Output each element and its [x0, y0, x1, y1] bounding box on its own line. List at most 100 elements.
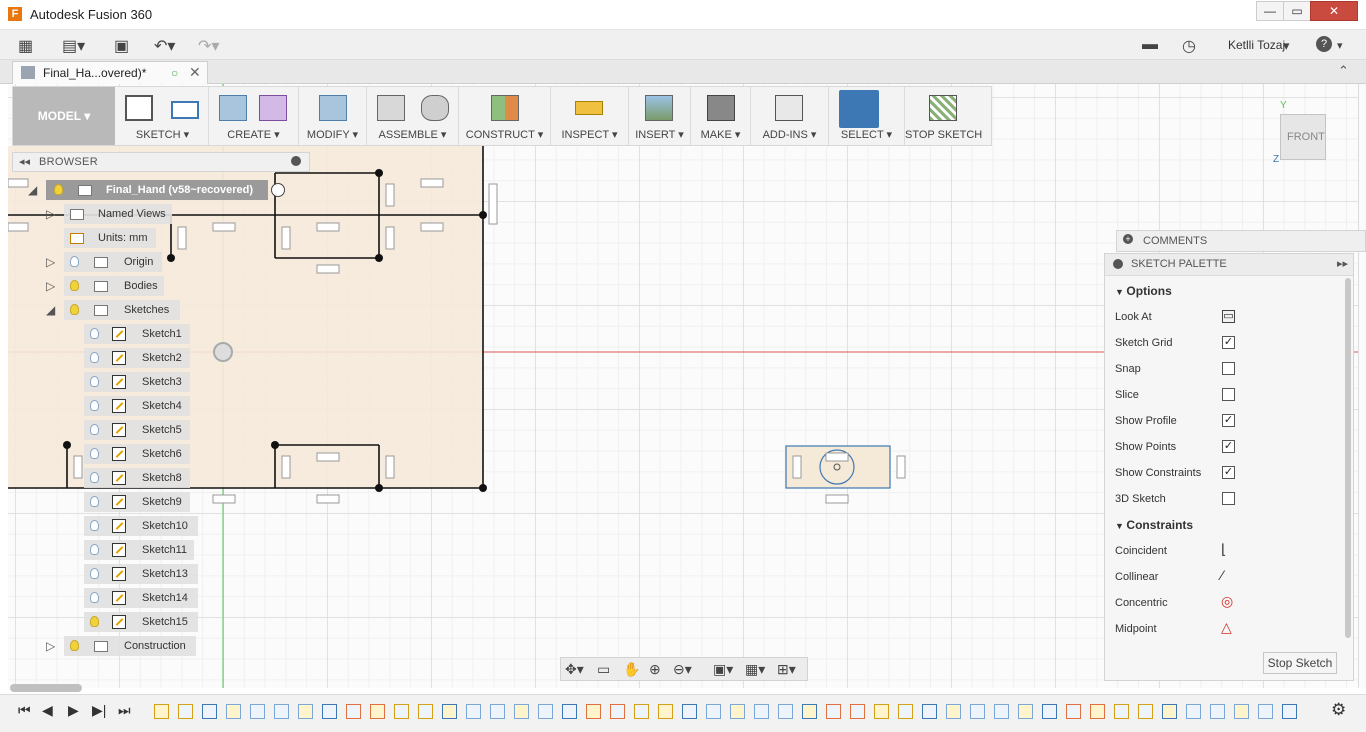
look-at-nav-icon[interactable]: ▭ — [597, 661, 610, 678]
collapse-root-icon[interactable]: ◢ — [28, 183, 37, 197]
timeline-feature-icon[interactable] — [442, 704, 457, 719]
timeline-feature-icon[interactable] — [274, 704, 289, 719]
timeline-feature-icon[interactable] — [610, 704, 625, 719]
visibility-bulb-icon[interactable] — [90, 568, 99, 579]
sketch-item[interactable]: Sketch10 — [84, 516, 198, 536]
construct-group[interactable]: CONSTRUCT ▾ — [459, 87, 551, 145]
timeline-feature-icon[interactable] — [1258, 704, 1273, 719]
timeline-feature-icon[interactable] — [1090, 704, 1105, 719]
sketch-item[interactable]: Sketch6 — [84, 444, 190, 464]
redo-icon[interactable]: ↷▾ — [198, 36, 219, 56]
timeline-feature-icon[interactable] — [658, 704, 673, 719]
timeline-feature-icon[interactable] — [754, 704, 769, 719]
collapse-palette-icon[interactable] — [1113, 259, 1123, 269]
data-panel-grid-icon[interactable]: ▦ — [18, 36, 33, 56]
expand-origin-icon[interactable]: ▷ — [46, 255, 55, 269]
timeline-feature-icon[interactable] — [1282, 704, 1297, 719]
timeline-feature-icon[interactable] — [1234, 704, 1249, 719]
timeline-feature-icon[interactable] — [178, 704, 193, 719]
coincident-icon[interactable]: ⌊ — [1221, 541, 1226, 558]
timeline-feature-icon[interactable] — [466, 704, 481, 719]
timeline-feature-icon[interactable] — [490, 704, 505, 719]
grid-settings-icon[interactable]: ▦▾ — [745, 661, 765, 678]
timeline-feature-icon[interactable] — [1186, 704, 1201, 719]
collapse-ribbon-icon[interactable]: ⌃ — [1338, 63, 1349, 79]
sketch-group[interactable]: SKETCH ▾ — [117, 87, 209, 145]
timeline-feature-icon[interactable] — [1138, 704, 1153, 719]
sketch-item[interactable]: Sketch11 — [84, 540, 194, 560]
sketch-item[interactable]: Sketch3 — [84, 372, 190, 392]
browser-minimize-icon[interactable] — [291, 156, 301, 166]
go-to-end-icon[interactable]: ⏭ — [118, 702, 131, 719]
timeline-feature-icon[interactable] — [586, 704, 601, 719]
visibility-bulb-icon[interactable] — [90, 400, 99, 411]
visibility-bulb-icon[interactable] — [90, 352, 99, 363]
visibility-bulb-icon[interactable] — [90, 328, 99, 339]
stop-sketch-group[interactable]: STOP SKETCH — [905, 87, 982, 145]
comments-panel-header[interactable]: + COMMENTS — [1116, 230, 1366, 252]
visibility-bulb-icon[interactable] — [90, 520, 99, 531]
visibility-bulb-icon[interactable] — [54, 184, 63, 195]
visibility-bulb-icon[interactable] — [90, 448, 99, 459]
visibility-bulb-icon[interactable] — [70, 640, 79, 651]
timeline-feature-icon[interactable] — [370, 704, 385, 719]
timeline-feature-icon[interactable] — [922, 704, 937, 719]
timeline-feature-icon[interactable] — [802, 704, 817, 719]
visibility-bulb-icon[interactable] — [90, 376, 99, 387]
inspect-group[interactable]: INSPECT ▾ — [551, 87, 629, 145]
timeline-feature-icon[interactable] — [418, 704, 433, 719]
help-dropdown-icon[interactable]: ▾ — [1337, 39, 1343, 52]
timeline-feature-icon[interactable] — [970, 704, 985, 719]
visibility-bulb-icon[interactable] — [70, 304, 79, 315]
timeline-feature-icon[interactable] — [706, 704, 721, 719]
browser-root-item[interactable]: Final_Hand (v58~recovered) — [46, 180, 268, 200]
show-points-checkbox[interactable]: ✓ — [1222, 440, 1235, 453]
timeline-feature-icon[interactable] — [514, 704, 529, 719]
workspace-switcher[interactable]: MODEL ▾ — [13, 87, 115, 145]
close-tab-icon[interactable]: ✕ — [189, 64, 201, 81]
timeline-feature-icon[interactable] — [682, 704, 697, 719]
sketch-item[interactable]: Sketch4 — [84, 396, 190, 416]
sketch-item[interactable]: Sketch5 — [84, 420, 190, 440]
activate-component-icon[interactable] — [271, 183, 285, 197]
sketch-item[interactable]: Sketch1 — [84, 324, 190, 344]
midpoint-icon[interactable]: △ — [1221, 619, 1232, 636]
document-tab[interactable]: Final_Ha...overed)* ○ ✕ — [12, 61, 208, 84]
job-status-clock-icon[interactable]: ◷ — [1182, 36, 1196, 56]
timeline-feature-icon[interactable] — [250, 704, 265, 719]
timeline-feature-icon[interactable] — [1066, 704, 1081, 719]
user-account-menu[interactable]: Ketlli Tozaj — [1228, 38, 1285, 52]
assemble-group[interactable]: ASSEMBLE ▾ — [367, 87, 459, 145]
timeline-feature-icon[interactable] — [226, 704, 241, 719]
make-group[interactable]: MAKE ▾ — [691, 87, 751, 145]
zoom-icon[interactable]: ⊕ — [649, 661, 661, 678]
insert-group[interactable]: INSERT ▾ — [629, 87, 691, 145]
browser-item-sketches[interactable]: Sketches — [64, 300, 180, 320]
expand-named-views-icon[interactable]: ▷ — [46, 207, 55, 221]
snap-checkbox[interactable] — [1222, 362, 1235, 375]
close-button[interactable]: ✕ — [1310, 1, 1358, 21]
visibility-bulb-icon[interactable] — [70, 256, 79, 267]
select-group[interactable]: SELECT ▾ — [829, 87, 905, 145]
visibility-bulb-icon[interactable] — [90, 472, 99, 483]
timeline-feature-icon[interactable] — [394, 704, 409, 719]
timeline-feature-icon[interactable] — [562, 704, 577, 719]
timeline-feature-icon[interactable] — [874, 704, 889, 719]
look-at-icon[interactable]: ▭ — [1222, 310, 1235, 323]
concentric-icon[interactable]: ◎ — [1221, 593, 1233, 610]
timeline-feature-icon[interactable] — [946, 704, 961, 719]
timeline-feature-icon[interactable] — [298, 704, 313, 719]
modify-group[interactable]: MODIFY ▾ — [299, 87, 367, 145]
timeline-feature-icon[interactable] — [1162, 704, 1177, 719]
palette-scrollbar[interactable] — [1345, 278, 1351, 638]
expand-bodies-icon[interactable]: ▷ — [46, 279, 55, 293]
visibility-bulb-icon[interactable] — [90, 424, 99, 435]
orbit-icon[interactable]: ✥▾ — [565, 661, 584, 678]
collapse-sketches-icon[interactable]: ◢ — [46, 303, 55, 317]
timeline-feature-icon[interactable] — [1210, 704, 1225, 719]
timeline-feature-icon[interactable] — [826, 704, 841, 719]
minimize-button[interactable]: — — [1256, 1, 1284, 21]
browser-panel-header[interactable]: ◂◂ BROWSER — [12, 152, 310, 172]
visibility-bulb-icon[interactable] — [90, 496, 99, 507]
show-constraints-checkbox[interactable]: ✓ — [1222, 466, 1235, 479]
